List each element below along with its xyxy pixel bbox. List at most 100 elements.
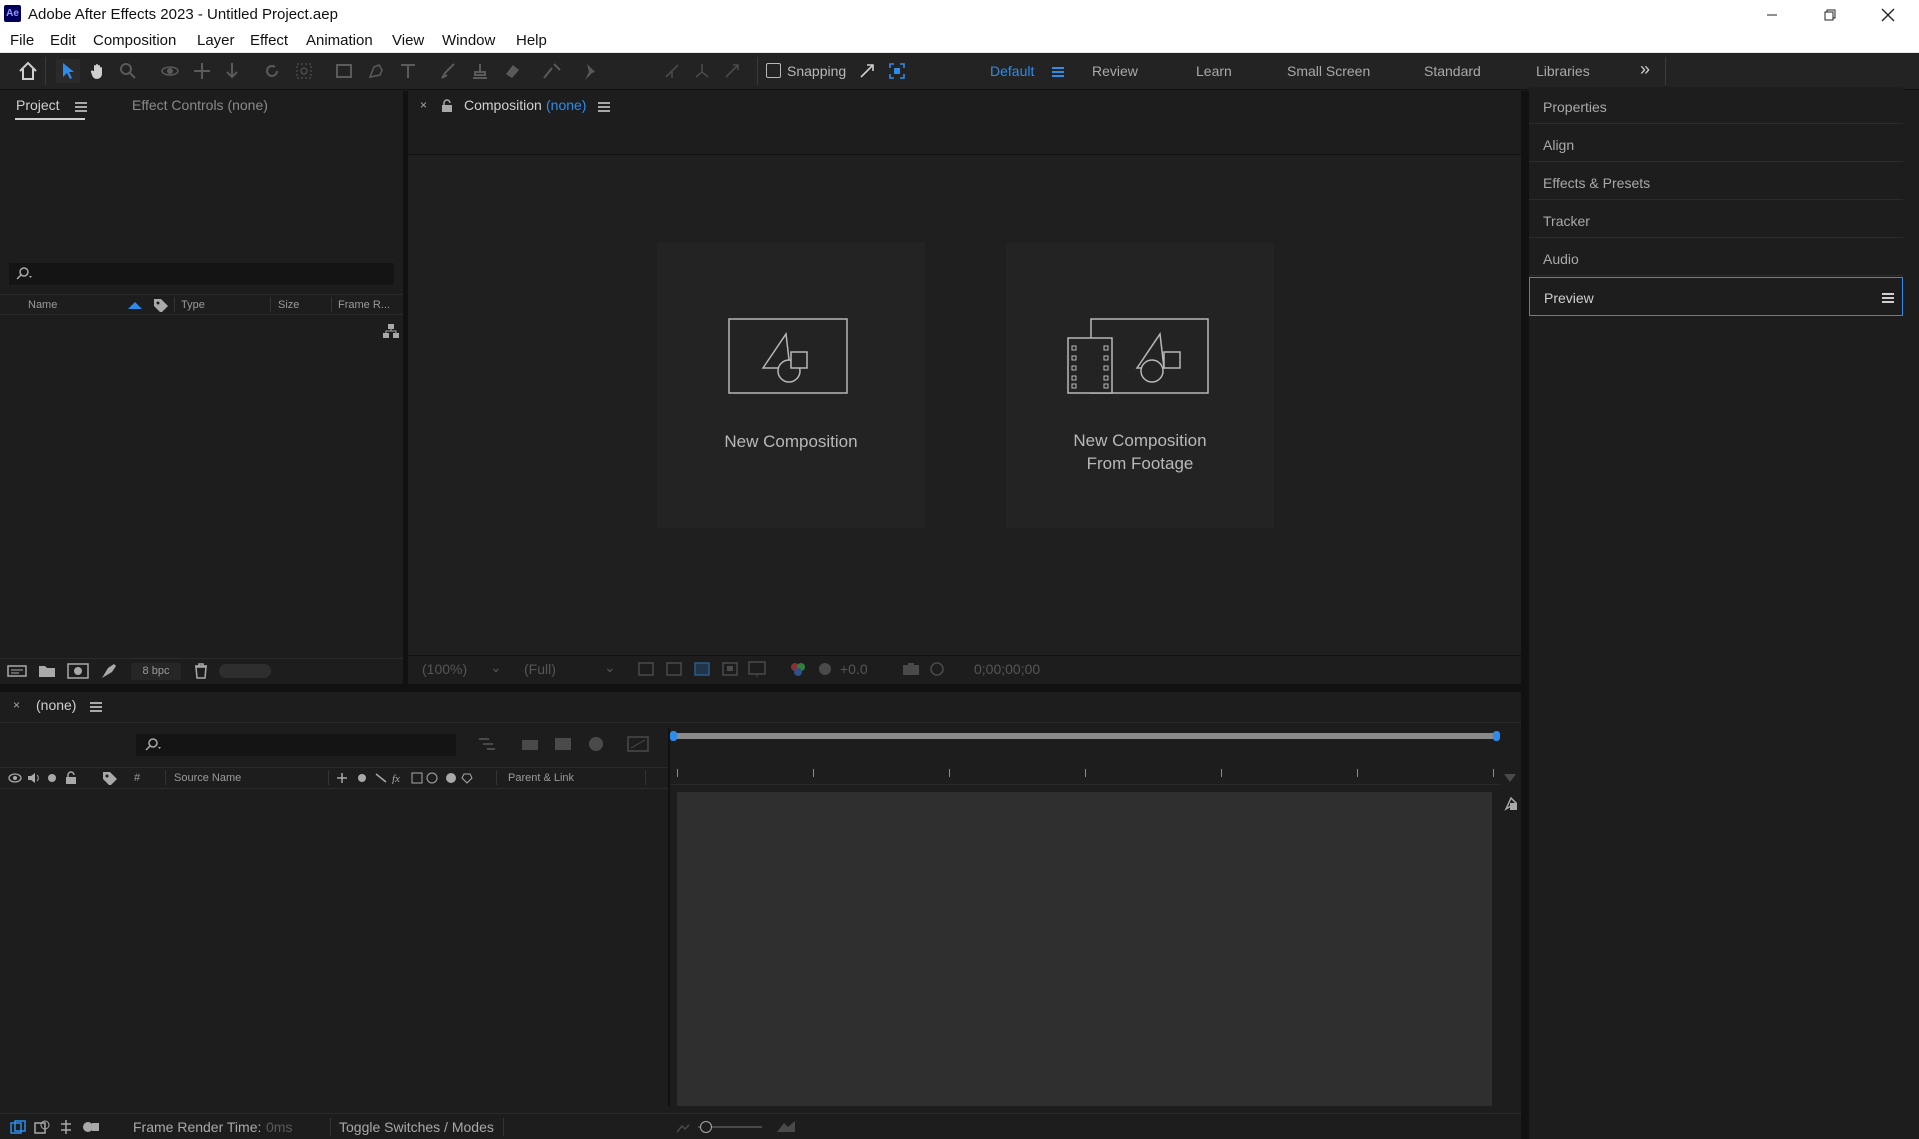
fast-previews-icon[interactable]	[638, 662, 654, 676]
menu-file[interactable]: File	[10, 32, 34, 49]
render-time-icon[interactable]	[82, 1120, 100, 1134]
tab-project[interactable]: Project	[16, 97, 60, 113]
zoom-tool[interactable]	[116, 59, 140, 83]
workspace-menu-icon[interactable]	[1052, 65, 1064, 84]
lock-icon[interactable]	[441, 99, 453, 112]
home-button[interactable]	[16, 59, 40, 83]
restore-button[interactable]	[1801, 0, 1859, 29]
hand-tool[interactable]	[86, 59, 110, 83]
type-tool[interactable]	[396, 59, 420, 83]
timeline-track-area[interactable]	[677, 792, 1492, 1106]
timeline-panel-menu-icon[interactable]	[90, 700, 102, 719]
workspace-libraries[interactable]: Libraries	[1536, 63, 1590, 79]
exposure-value[interactable]: +0.0	[840, 661, 868, 677]
column-layer-number[interactable]: #	[134, 772, 140, 784]
transparency-grid-icon[interactable]	[666, 662, 682, 676]
project-panel-menu-icon[interactable]	[75, 100, 87, 119]
pan-behind-tool[interactable]	[292, 59, 316, 83]
toggle-switches-modes-button[interactable]: Toggle Switches / Modes	[339, 1119, 494, 1135]
new-folder-icon[interactable]	[38, 664, 56, 678]
menu-view[interactable]: View	[392, 32, 424, 49]
work-area-start-handle[interactable]	[670, 731, 677, 741]
layer-switches-toggle-icon[interactable]	[10, 1120, 26, 1134]
minimize-button[interactable]	[1743, 0, 1801, 29]
comp-button-icon[interactable]	[1502, 795, 1520, 813]
zoom-dropdown[interactable]: (100%)	[422, 661, 467, 677]
adjust-settings-icon[interactable]	[100, 662, 118, 680]
current-time-display[interactable]: 0;00;00;00	[974, 661, 1040, 677]
column-frame-rate[interactable]: Frame R...	[338, 299, 390, 311]
menu-animation[interactable]: Animation	[306, 32, 373, 49]
snap-edges-button[interactable]	[855, 59, 879, 83]
flowchart-icon[interactable]	[383, 324, 399, 338]
more-workspaces-button[interactable]: »	[1640, 59, 1650, 80]
audio-panel-header[interactable]: Audio	[1529, 239, 1903, 276]
reset-exposure-icon[interactable]	[818, 662, 834, 676]
column-parent-link[interactable]: Parent & Link	[508, 772, 574, 784]
roto-brush-tool[interactable]	[540, 59, 564, 83]
puppet-pin-tool[interactable]	[578, 59, 602, 83]
workspace-small-screen[interactable]: Small Screen	[1287, 63, 1370, 79]
eraser-tool[interactable]	[500, 59, 524, 83]
brush-tool[interactable]	[436, 59, 460, 83]
orbit-tool[interactable]	[158, 59, 182, 83]
label-tag-icon[interactable]	[102, 771, 118, 785]
preview-panel-header[interactable]: Preview	[1529, 277, 1903, 316]
timeline-zoom-top-icon[interactable]	[1502, 772, 1518, 784]
in-out-controls-icon[interactable]	[58, 1119, 74, 1135]
preview-panel-menu-icon[interactable]	[1882, 291, 1894, 308]
pan-camera-tool[interactable]	[190, 59, 214, 83]
menu-help[interactable]: Help	[516, 32, 547, 49]
align-panel-header[interactable]: Align	[1529, 125, 1903, 162]
rectangle-tool[interactable]	[332, 59, 356, 83]
view-axis-mode[interactable]	[720, 59, 744, 83]
draft-3d-icon[interactable]	[520, 736, 540, 752]
menu-edit[interactable]: Edit	[50, 32, 76, 49]
column-name[interactable]: Name	[28, 299, 57, 311]
clone-stamp-tool[interactable]	[468, 59, 492, 83]
workspace-default[interactable]: Default	[990, 63, 1034, 79]
project-search-input[interactable]	[9, 263, 394, 285]
pen-tool[interactable]	[364, 59, 388, 83]
work-area-end-handle[interactable]	[1493, 731, 1500, 741]
rotation-tool[interactable]	[260, 59, 284, 83]
menu-effect[interactable]: Effect	[250, 32, 288, 49]
composition-tab-value[interactable]: (none)	[546, 97, 586, 113]
layer-switches-icons[interactable]: fx	[336, 772, 476, 784]
resolution-dropdown[interactable]: (Full)	[524, 661, 556, 677]
show-snapshot-icon[interactable]	[928, 661, 946, 677]
interpret-footage-icon[interactable]	[7, 664, 27, 678]
time-ruler[interactable]	[670, 761, 1501, 779]
snapshot-camera-icon[interactable]	[902, 662, 920, 676]
column-size[interactable]: Size	[278, 299, 299, 311]
tracker-panel-header[interactable]: Tracker	[1529, 201, 1903, 238]
zoom-in-mountain-icon[interactable]	[776, 1119, 796, 1133]
timeline-tab-label[interactable]: (none)	[36, 697, 76, 713]
menu-window[interactable]: Window	[442, 32, 495, 49]
world-axis-mode[interactable]	[690, 59, 714, 83]
effects-presets-panel-header[interactable]: Effects & Presets	[1529, 163, 1903, 200]
transfer-controls-icon[interactable]	[34, 1120, 50, 1134]
grid-guides-icon[interactable]	[748, 661, 766, 677]
column-source-name[interactable]: Source Name	[174, 772, 241, 784]
workspace-review[interactable]: Review	[1092, 63, 1138, 79]
trash-icon[interactable]	[193, 663, 209, 679]
close-composition-tab[interactable]: ×	[420, 98, 427, 112]
local-axis-mode[interactable]	[660, 59, 684, 83]
close-timeline-tab[interactable]: ×	[13, 698, 20, 712]
workspace-learn[interactable]: Learn	[1196, 63, 1232, 79]
timeline-zoom-slider-thumb[interactable]	[700, 1121, 712, 1133]
bit-depth-button[interactable]: 8 bpc	[131, 663, 181, 680]
properties-panel-header[interactable]: Properties	[1529, 87, 1903, 124]
composition-tab-label[interactable]: Composition	[464, 97, 542, 113]
column-type[interactable]: Type	[181, 299, 205, 311]
composition-mini-flowchart-icon[interactable]	[477, 736, 497, 752]
menu-layer[interactable]: Layer	[197, 32, 235, 49]
new-composition-card[interactable]: New Composition	[657, 242, 925, 528]
lock-icon[interactable]	[65, 771, 77, 784]
frame-blending-icon[interactable]	[586, 736, 606, 752]
new-composition-from-footage-card[interactable]: New Composition From Footage	[1006, 242, 1274, 528]
tab-effect-controls[interactable]: Effect Controls (none)	[132, 97, 268, 113]
timeline-search-input[interactable]	[136, 734, 456, 756]
eye-icon[interactable]	[8, 773, 22, 783]
